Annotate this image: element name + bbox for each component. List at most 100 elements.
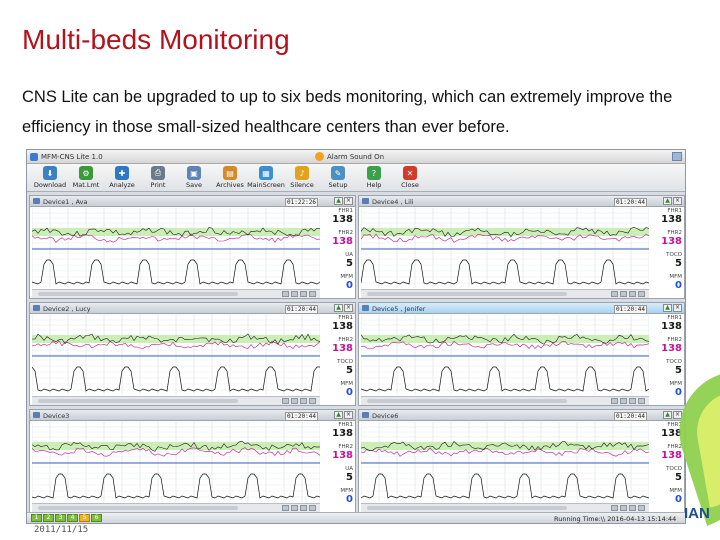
trace-scrollbar[interactable] [367,399,567,403]
toolbar-label: Archives [216,181,244,189]
panel-up-button[interactable]: ▲ [334,304,343,312]
toolbar-button-matlmt[interactable]: ⚙ Mat.Lmt [68,164,104,192]
monitor-grid: Device1 , Ava ▲ × 01:22:26 FHR1 138 FHR2 138 UA 5… [29,195,685,513]
trace-nav-button[interactable] [282,398,289,404]
panel-close-button[interactable]: × [344,304,353,312]
ctg-trace-chart [32,422,320,502]
panel-up-button[interactable]: ▲ [663,197,672,205]
ctg-trace-chart [361,208,649,288]
trace-nav-button[interactable] [620,505,627,511]
panel-close-button[interactable]: × [344,197,353,205]
app-window: MFM-CNS Lite 1.0 Alarm Sound On ⬇ Downloa… [26,149,686,524]
help-icon: ? [367,166,381,180]
bed-tab-6[interactable]: 6 [91,514,102,522]
trace-nav-button[interactable] [291,398,298,404]
trace-nav-button[interactable] [629,505,636,511]
silence-icon: ♪ [295,166,309,180]
panel-footer [361,396,649,405]
elapsed-time: 01:20:44 [614,305,647,314]
trace-nav-button[interactable] [620,291,627,297]
trace-nav-button[interactable] [629,291,636,297]
bed-tab-1[interactable]: 1 [31,514,42,522]
toolbar-button-close[interactable]: ✕ Close [392,164,428,192]
trace-nav-button[interactable] [629,398,636,404]
bed-tab-3[interactable]: 3 [55,514,66,522]
trace-nav-button[interactable] [282,291,289,297]
slide-date: 2011/11/15 [34,525,89,535]
trace-nav-button[interactable] [282,505,289,511]
toolbar-label: Download [33,181,67,189]
trace-nav-button[interactable] [309,398,316,404]
vital-mfm: MFM 0 [669,274,682,291]
trace-nav-button[interactable] [638,291,645,297]
vital-fhr2: FHR2 138 [661,444,682,461]
trace-nav-button[interactable] [309,505,316,511]
trace-nav-button[interactable] [300,398,307,404]
trace-nav-button[interactable] [611,398,618,404]
alarm-bell-icon[interactable] [315,152,324,161]
vital-mfm: MFM 0 [669,381,682,398]
trace-scrollbar[interactable] [367,292,567,296]
vital-mfm: MFM 0 [340,274,353,291]
toolbar-label: Print [150,181,166,189]
trace-nav-button[interactable] [300,291,307,297]
panel-close-button[interactable]: × [673,197,682,205]
device-name: Device2 , Lucy [43,305,91,313]
vital-fhr1: FHR1 138 [332,315,353,332]
panel-up-button[interactable]: ▲ [334,197,343,205]
toolbar-button-download[interactable]: ⬇ Download [32,164,68,192]
vital-value: 138 [332,236,353,247]
toolbar-button-help[interactable]: ? Help [356,164,392,192]
vital-value: 0 [346,387,353,398]
bed-panel: Device5 , Jenifer ▲ × 01:20:44 FHR1 138 FHR2 13… [358,302,685,406]
vital-value: 138 [332,343,353,354]
trace-nav-button[interactable] [309,291,316,297]
toolbar-label: Analyze [109,181,135,189]
trace-scrollbar[interactable] [38,399,238,403]
device-name: Device5 , Jenifer [372,305,426,313]
download-icon: ⬇ [43,166,57,180]
panel-up-button[interactable]: ▲ [663,304,672,312]
trace-nav-button[interactable] [611,291,618,297]
toolbar-button-setup[interactable]: ✎ Setup [320,164,356,192]
toolbar-button-mainscreen[interactable]: ▦ MainScreen [247,164,285,192]
trace-nav-button[interactable] [638,505,645,511]
vital-toco: TOCO 5 [337,359,353,376]
vital-fhr1: FHR1 138 [661,315,682,332]
toolbar-button-save[interactable]: ▣ Save [176,164,212,192]
trace-nav-button[interactable] [291,291,298,297]
bed-tab-4[interactable]: 4 [67,514,78,522]
trace-scrollbar[interactable] [38,506,238,510]
toolbar-label: Help [366,181,382,189]
toolbar-button-archives[interactable]: ▤ Archives [212,164,248,192]
toolbar: ⬇ Download ⚙ Mat.Lmt ✚ Analyze ⎙ Print ▣ Save ▤ Arc… [27,164,685,192]
panel-close-button[interactable]: × [673,304,682,312]
app-titlebar: MFM-CNS Lite 1.0 Alarm Sound On [27,150,685,164]
toolbar-button-silence[interactable]: ♪ Silence [284,164,320,192]
toolbar-button-analyze[interactable]: ✚ Analyze [104,164,140,192]
panel-footer [361,503,649,512]
trace-nav-button[interactable] [300,505,307,511]
vital-fhr1: FHR1 138 [661,208,682,225]
ctg-trace-chart [32,208,320,288]
bed-tab-5[interactable]: 5 [79,514,90,522]
trace-nav-button[interactable] [611,505,618,511]
window-maximize-button[interactable] [672,152,682,161]
trace-scrollbar[interactable] [367,506,567,510]
panel-up-button[interactable]: ▲ [334,411,343,419]
vital-value: 5 [346,472,353,483]
trace-nav-button[interactable] [620,398,627,404]
trace-scrollbar[interactable] [38,292,238,296]
toolbar-button-print[interactable]: ⎙ Print [140,164,176,192]
panel-close-button[interactable]: × [344,411,353,419]
trace-nav-button[interactable] [638,398,645,404]
elapsed-time: 01:20:44 [285,412,318,421]
vital-value: 138 [661,214,682,225]
device-icon [33,305,40,311]
toolbar-label: Setup [328,181,348,189]
trace-nav-button[interactable] [291,505,298,511]
device-icon [33,412,40,418]
bed-tab-2[interactable]: 2 [43,514,54,522]
panel-up-button[interactable]: ▲ [663,411,672,419]
bed-panel: Device2 , Lucy ▲ × 01:20:44 FHR1 138 FHR2 138 TO… [29,302,356,406]
